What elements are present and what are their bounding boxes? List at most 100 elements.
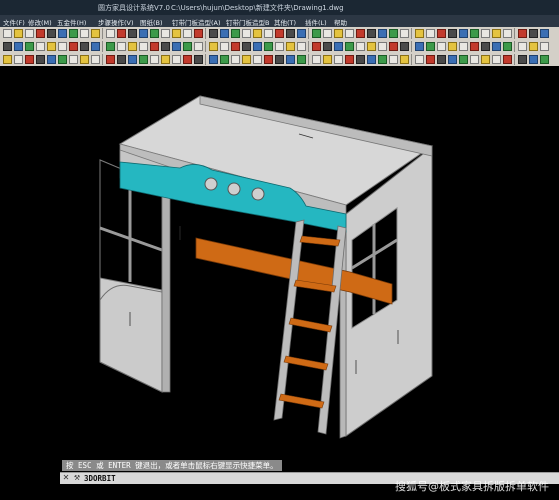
- toolbar-button-icon[interactable]: [323, 29, 332, 38]
- toolbar-button-icon[interactable]: [389, 29, 398, 38]
- toolbar-button-icon[interactable]: [448, 42, 457, 51]
- toolbar-button-icon[interactable]: [220, 55, 229, 64]
- toolbar-button-icon[interactable]: [106, 55, 115, 64]
- toolbar-button-icon[interactable]: [25, 29, 34, 38]
- toolbar-button-icon[interactable]: [36, 55, 45, 64]
- toolbar-button-icon[interactable]: [540, 42, 549, 51]
- toolbar-button-icon[interactable]: [297, 29, 306, 38]
- toolbar-button-icon[interactable]: [58, 55, 67, 64]
- menu-steps[interactable]: 步骤操作(V): [98, 17, 134, 27]
- toolbar-button-icon[interactable]: [242, 42, 251, 51]
- toolbar-button-icon[interactable]: [378, 55, 387, 64]
- toolbar-button-icon[interactable]: [297, 55, 306, 64]
- toolbar-button-icon[interactable]: [253, 29, 262, 38]
- menu-door-style-b[interactable]: 钉带门板造型B: [226, 17, 269, 27]
- toolbar-button-icon[interactable]: [25, 42, 34, 51]
- toolbar-button-icon[interactable]: [14, 42, 23, 51]
- toolbar-button-icon[interactable]: [345, 42, 354, 51]
- toolbar-button-icon[interactable]: [117, 55, 126, 64]
- toolbar-button-icon[interactable]: [3, 29, 12, 38]
- toolbar-button-icon[interactable]: [400, 55, 409, 64]
- toolbar-button-icon[interactable]: [367, 42, 376, 51]
- toolbar-button-icon[interactable]: [128, 42, 137, 51]
- toolbar-button-icon[interactable]: [91, 42, 100, 51]
- toolbar-button-icon[interactable]: [161, 29, 170, 38]
- toolbar-button-icon[interactable]: [36, 29, 45, 38]
- toolbar-button-icon[interactable]: [183, 29, 192, 38]
- menu-door-style-a[interactable]: 钉带门板造型(A): [172, 17, 221, 27]
- toolbar-button-icon[interactable]: [437, 29, 446, 38]
- toolbar-button-icon[interactable]: [415, 55, 424, 64]
- toolbar-button-icon[interactable]: [253, 42, 262, 51]
- toolbar-button-icon[interactable]: [312, 42, 321, 51]
- toolbar-button-icon[interactable]: [231, 55, 240, 64]
- toolbar-button-icon[interactable]: [400, 42, 409, 51]
- menu-hardware[interactable]: 五金件(H): [57, 17, 86, 27]
- toolbar-button-icon[interactable]: [323, 55, 332, 64]
- toolbar-button-icon[interactable]: [161, 55, 170, 64]
- toolbar-button-icon[interactable]: [470, 42, 479, 51]
- toolbar-button-icon[interactable]: [80, 55, 89, 64]
- toolbar-button-icon[interactable]: [459, 55, 468, 64]
- toolbar-button-icon[interactable]: [253, 55, 262, 64]
- toolbar-button-icon[interactable]: [470, 29, 479, 38]
- toolbar-button-icon[interactable]: [334, 42, 343, 51]
- toolbar-button-icon[interactable]: [481, 55, 490, 64]
- toolbar-button-icon[interactable]: [400, 29, 409, 38]
- toolbar-button-icon[interactable]: [231, 42, 240, 51]
- toolbar-button-icon[interactable]: [481, 29, 490, 38]
- toolbar-button-icon[interactable]: [194, 55, 203, 64]
- toolbar-button-icon[interactable]: [518, 55, 527, 64]
- toolbar-button-icon[interactable]: [209, 55, 218, 64]
- toolbar-button-icon[interactable]: [448, 29, 457, 38]
- toolbar-button-icon[interactable]: [47, 42, 56, 51]
- toolbar-button-icon[interactable]: [150, 42, 159, 51]
- toolbar-button-icon[interactable]: [275, 29, 284, 38]
- menu-other[interactable]: 其他(T): [274, 17, 296, 27]
- toolbar-button-icon[interactable]: [128, 29, 137, 38]
- toolbar-button-icon[interactable]: [47, 55, 56, 64]
- toolbar-button-icon[interactable]: [80, 42, 89, 51]
- toolbar-button-icon[interactable]: [3, 55, 12, 64]
- toolbar-button-icon[interactable]: [389, 55, 398, 64]
- toolbar-button-icon[interactable]: [540, 29, 549, 38]
- toolbar-button-icon[interactable]: [345, 55, 354, 64]
- toolbar-button-icon[interactable]: [378, 42, 387, 51]
- toolbar-button-icon[interactable]: [69, 42, 78, 51]
- toolbar-button-icon[interactable]: [14, 55, 23, 64]
- toolbar-button-icon[interactable]: [139, 42, 148, 51]
- toolbar-button-icon[interactable]: [209, 29, 218, 38]
- toolbar-button-icon[interactable]: [117, 29, 126, 38]
- toolbar-button-icon[interactable]: [172, 29, 181, 38]
- toolbar-button-icon[interactable]: [312, 55, 321, 64]
- toolbar-button-icon[interactable]: [172, 42, 181, 51]
- menu-plugins[interactable]: 插件(L): [305, 17, 327, 27]
- toolbar-button-icon[interactable]: [194, 42, 203, 51]
- toolbar-button-icon[interactable]: [47, 29, 56, 38]
- toolbar-button-icon[interactable]: [312, 29, 321, 38]
- menu-help[interactable]: 帮助: [334, 17, 347, 27]
- toolbar-button-icon[interactable]: [36, 42, 45, 51]
- toolbar-button-icon[interactable]: [172, 55, 181, 64]
- toolbar-button-icon[interactable]: [367, 29, 376, 38]
- toolbar-button-icon[interactable]: [128, 55, 137, 64]
- toolbar-button-icon[interactable]: [437, 55, 446, 64]
- toolbar-button-icon[interactable]: [492, 29, 501, 38]
- toolbar-button-icon[interactable]: [286, 55, 295, 64]
- toolbar-button-icon[interactable]: [242, 55, 251, 64]
- toolbar-button-icon[interactable]: [91, 55, 100, 64]
- wrench-icon[interactable]: ⚒: [73, 474, 81, 482]
- toolbar-button-icon[interactable]: [470, 55, 479, 64]
- command-input[interactable]: 3DORBIT: [84, 473, 116, 484]
- model-viewport[interactable]: [0, 66, 559, 458]
- toolbar-button-icon[interactable]: [323, 42, 332, 51]
- menu-drawing[interactable]: 图纸(B): [140, 17, 163, 27]
- toolbar-button-icon[interactable]: [437, 42, 446, 51]
- toolbar-button-icon[interactable]: [334, 29, 343, 38]
- close-icon[interactable]: ✕: [62, 474, 70, 482]
- toolbar-button-icon[interactable]: [459, 29, 468, 38]
- toolbar-button-icon[interactable]: [356, 29, 365, 38]
- toolbar-button-icon[interactable]: [58, 42, 67, 51]
- toolbar-button-icon[interactable]: [286, 42, 295, 51]
- toolbar-button-icon[interactable]: [426, 55, 435, 64]
